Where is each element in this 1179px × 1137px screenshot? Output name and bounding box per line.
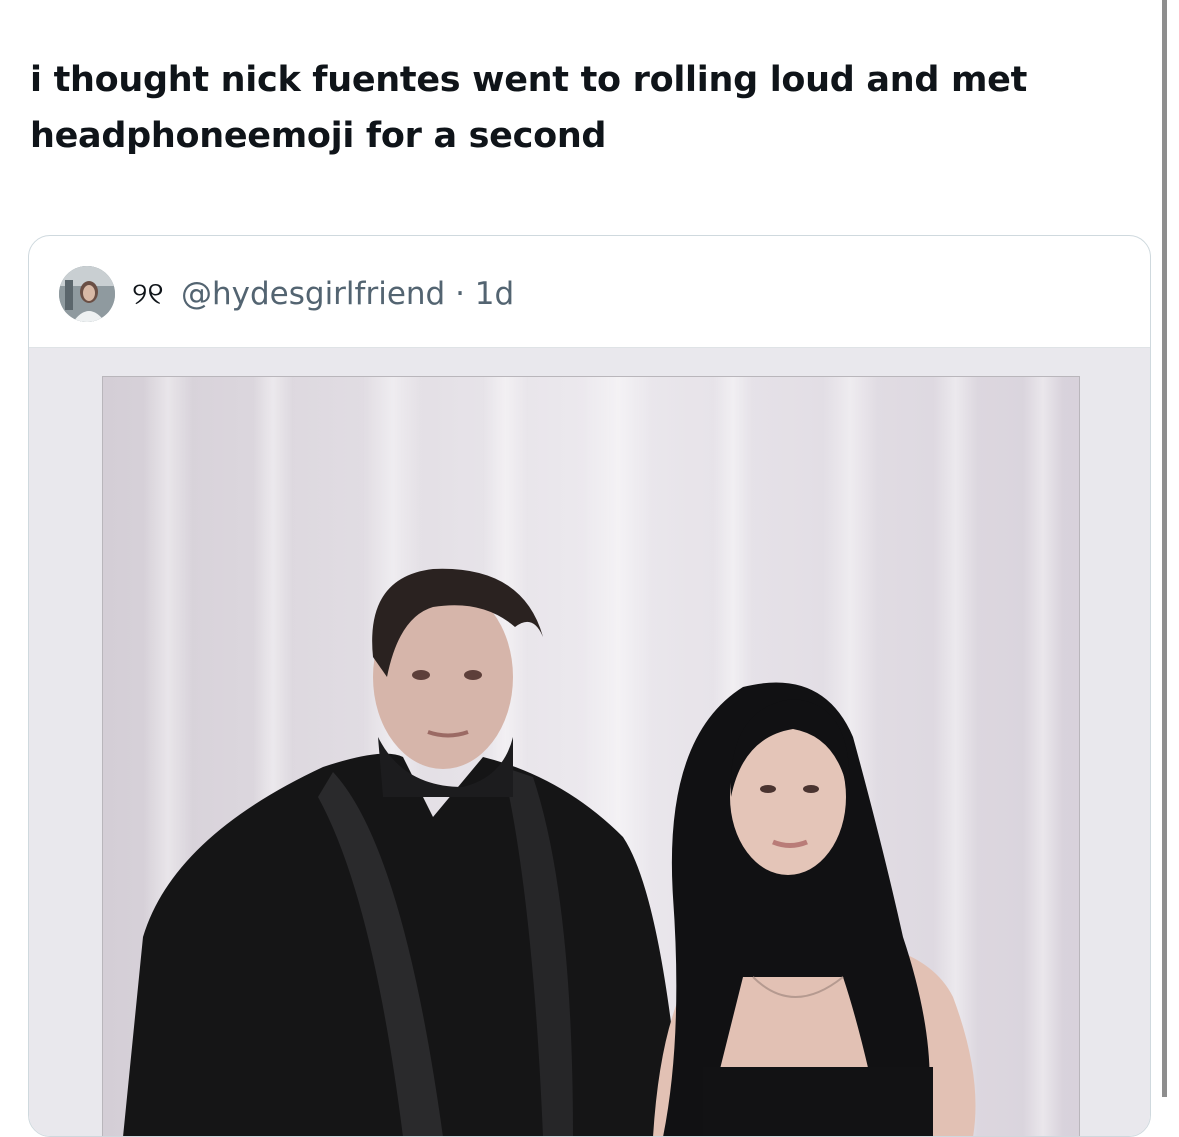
profile-photo-icon (59, 266, 115, 322)
handle-and-time: @hydesgirlfriend · 1d (181, 274, 514, 314)
tweet-text: i thought nick fuentes went to rolling l… (30, 60, 1028, 156)
display-name[interactable]: ୨୧ (132, 274, 164, 314)
quoted-tweet-card[interactable]: ୨୧ @hydesgirlfriend · 1d (28, 235, 1151, 1137)
photo-icon (103, 377, 1079, 1136)
quoted-media[interactable] (29, 347, 1150, 1136)
separator: · (455, 276, 465, 312)
avatar[interactable] (59, 266, 115, 322)
timestamp[interactable]: 1d (475, 276, 514, 312)
photo[interactable] (102, 376, 1080, 1136)
scrollbar[interactable] (1162, 0, 1167, 1097)
handle[interactable]: @hydesgirlfriend (181, 276, 445, 312)
quoted-tweet-header: ୨୧ @hydesgirlfriend · 1d (29, 236, 1150, 346)
